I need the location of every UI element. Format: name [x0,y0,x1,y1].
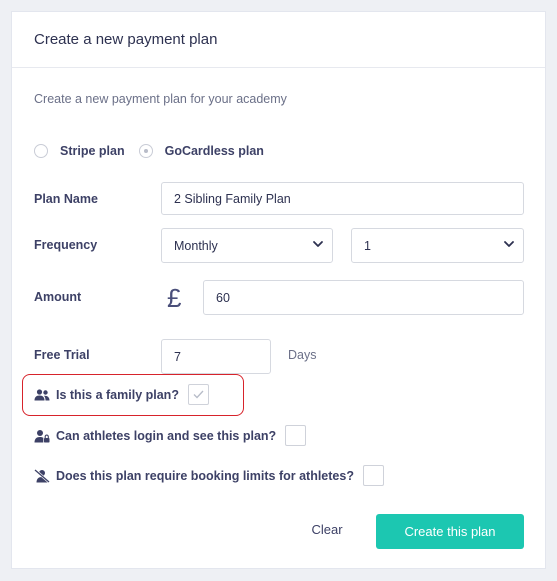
booking-limits-label: Does this plan require booking limits fo… [56,468,354,483]
plan-name-label: Plan Name [34,192,98,206]
frequency-count-value: 1 [364,238,371,253]
frequency-count-select[interactable]: 1 [351,228,524,263]
family-plan-label: Is this a family plan? [56,387,179,402]
free-trial-input[interactable]: 7 [161,339,271,374]
user-lock-icon [34,429,50,442]
gocardless-plan-label[interactable]: GoCardless plan [165,144,264,158]
stripe-plan-label[interactable]: Stripe plan [60,144,125,158]
free-trial-label: Free Trial [34,348,90,362]
user-slash-icon [34,468,50,483]
family-plan-option: Is this a family plan? [34,384,209,405]
plan-name-input[interactable]: 2 Sibling Family Plan [161,182,524,215]
frequency-label: Frequency [34,238,98,252]
booking-limits-checkbox[interactable] [362,465,384,486]
chevron-down-icon [504,241,514,247]
card-header: Create a new payment plan [12,12,545,68]
amount-label: Amount [34,290,82,304]
frequency-unit-value: Monthly [174,238,218,253]
gocardless-plan-radio[interactable] [138,144,153,158]
stripe-plan-radio[interactable] [34,144,48,158]
family-plan-checkbox[interactable] [187,384,209,405]
athletes-login-label: Can athletes login and see this plan? [56,428,277,443]
checkmark-icon [193,390,204,399]
clear-button[interactable]: Clear [302,518,352,542]
page-title: Create a new payment plan [34,31,218,48]
booking-limits-option: Does this plan require booking limits fo… [34,465,384,486]
amount-value: 60 [216,290,230,305]
pound-icon: £ [167,283,182,313]
free-trial-value: 7 [174,349,181,364]
plan-type-selector: Stripe plan GoCardless plan [34,144,264,158]
free-trial-days-suffix: Days [288,348,317,362]
athletes-login-checkbox[interactable] [285,425,307,446]
plan-name-value: 2 Sibling Family Plan [174,191,291,206]
create-plan-button[interactable]: Create this plan [376,514,524,549]
payment-plan-card: Create a new payment plan Create a new p… [11,11,546,569]
frequency-unit-select[interactable]: Monthly [161,228,333,263]
subtitle: Create a new payment plan for your acade… [34,92,287,106]
users-icon [34,388,50,400]
amount-input[interactable]: 60 [203,280,524,315]
athletes-login-option: Can athletes login and see this plan? [34,425,307,446]
chevron-down-icon [313,241,323,247]
